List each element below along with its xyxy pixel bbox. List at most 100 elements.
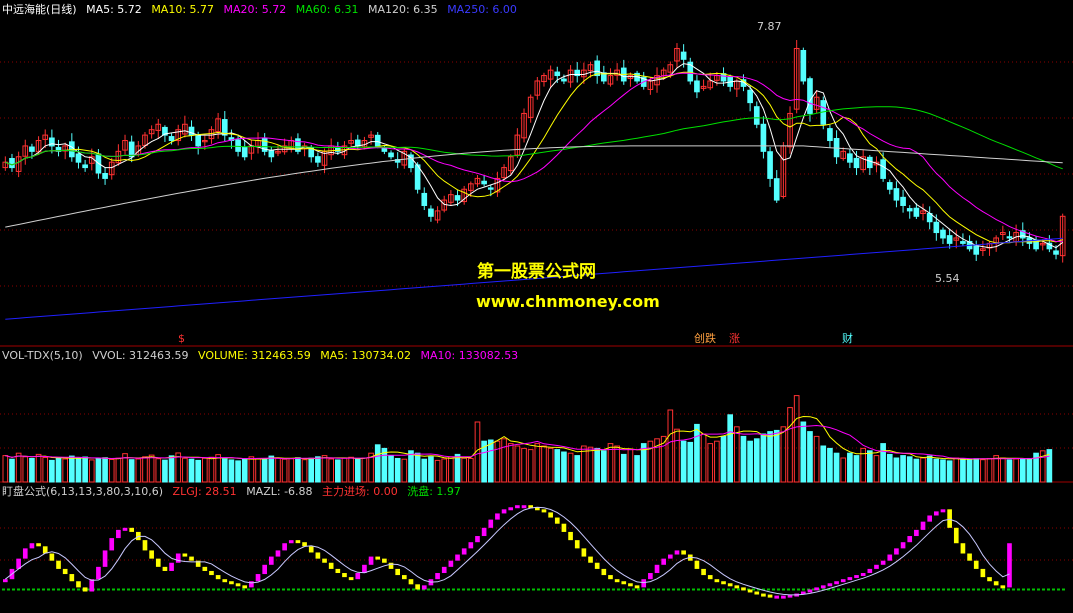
indicator-bar [614,579,620,583]
candle-body [680,51,687,60]
volume-bar [966,458,973,483]
event-marker-fall[interactable]: 创跌 [694,332,716,345]
indicator-bar [847,577,853,581]
candle-body [847,153,853,163]
stock-name[interactable]: 中远海能(日线) [2,3,77,16]
indicator-name[interactable]: 盯盘公式(6,13,13,3,80,3,10,6) [2,485,163,498]
candle-body [747,89,753,104]
volume-bar [182,457,188,483]
candle-body [694,80,700,93]
ma20-label: MA20: 5.72 [223,3,287,16]
ma120-line [5,145,1063,228]
volume-bar [448,456,454,483]
volume-bar [953,457,960,483]
volume-bar [760,433,767,483]
candle-body [973,245,980,255]
event-marker-finance[interactable]: 财 [842,332,853,345]
volume-bar [102,457,108,483]
indicator-bar [721,581,726,585]
volume-panel-header: VOL-TDX(5,10) VVOL: 312463.59 VOLUME: 31… [2,349,524,362]
candle-body [807,78,813,114]
volume-bar [886,453,893,483]
volume-bar [341,457,348,483]
indicator-bar [548,512,553,518]
indicator-bar [554,517,560,524]
candle-body [82,164,88,169]
volume-bar [268,455,275,483]
volume-bar [893,457,900,483]
candle-body [9,158,15,169]
volume-bar [986,457,993,483]
event-marker-dollar[interactable]: $ [178,332,185,345]
indicator-bar [122,527,128,531]
volume-bar [747,440,753,483]
volume-bar [833,452,840,483]
volume-bar [740,435,747,483]
indicator-bar [980,568,986,578]
volume-bar [773,429,780,483]
indicator-bar [395,568,401,576]
indicator-bar [275,550,281,557]
candle-body [900,196,906,206]
volume-bar [820,445,827,483]
volume-bar [767,431,773,483]
watermark-url: www.chnmoney.com [476,292,660,311]
indicator-bar [581,548,587,557]
ma5-line [5,63,1064,249]
volume-bar [215,454,221,483]
volume-bar [428,456,434,483]
volume-bar [694,423,700,483]
candle-body [906,208,913,212]
indicator-bar [734,585,740,589]
volume-bar [920,457,926,483]
volume-bar [401,458,408,483]
volume-bar [467,457,474,483]
indicator-bar [887,554,893,561]
indicator-bar [588,556,593,563]
volume-bar [547,447,554,483]
candle-body [354,139,361,147]
volume-bar [334,459,341,483]
volume-bar [1019,458,1026,483]
indicator-bar [634,585,640,589]
volume-bar [95,458,102,483]
volume-bar [594,447,601,483]
vol-indicator-name[interactable]: VOL-TDX(5,10) [2,349,83,362]
indicator-bar [368,556,374,565]
indicator-bar [255,574,261,582]
indicator-bar [189,556,194,561]
volume-bar [687,441,694,483]
candle-body [554,71,561,77]
indicator-bar [448,560,454,567]
volume-bar [288,458,295,483]
volume-bar [847,452,853,483]
volume-bar [1013,458,1019,483]
volume-bar [221,458,228,483]
indicator-bar [481,527,487,537]
zljc-label: 主力进场: 0.00 [322,485,398,498]
volume-bar [574,455,581,483]
volume-bar [142,456,148,483]
candle-body [773,178,780,201]
volume-bar [600,450,607,483]
indicator-bar [834,581,839,585]
indicator-bar [355,573,361,580]
indicator-bar [335,568,341,574]
indicator-bar [149,550,154,559]
candle-body [960,241,966,244]
indicator-bar [342,573,347,578]
watermark-title: 第一股票公式网 [477,262,596,282]
indicator-bar [408,579,414,585]
indicator-bar [641,579,647,588]
candle-body [1053,250,1059,255]
indicator-bar [262,564,268,575]
event-marker-rise[interactable]: 涨 [729,332,740,345]
indicator-bar [747,589,753,593]
indicator-bar [229,581,234,585]
indicator-bar [774,595,780,599]
indicator-bar [568,531,573,541]
volume-bar [960,457,966,483]
volume-bar [667,409,674,483]
volume-bar [906,456,913,483]
candle-body [933,221,940,234]
